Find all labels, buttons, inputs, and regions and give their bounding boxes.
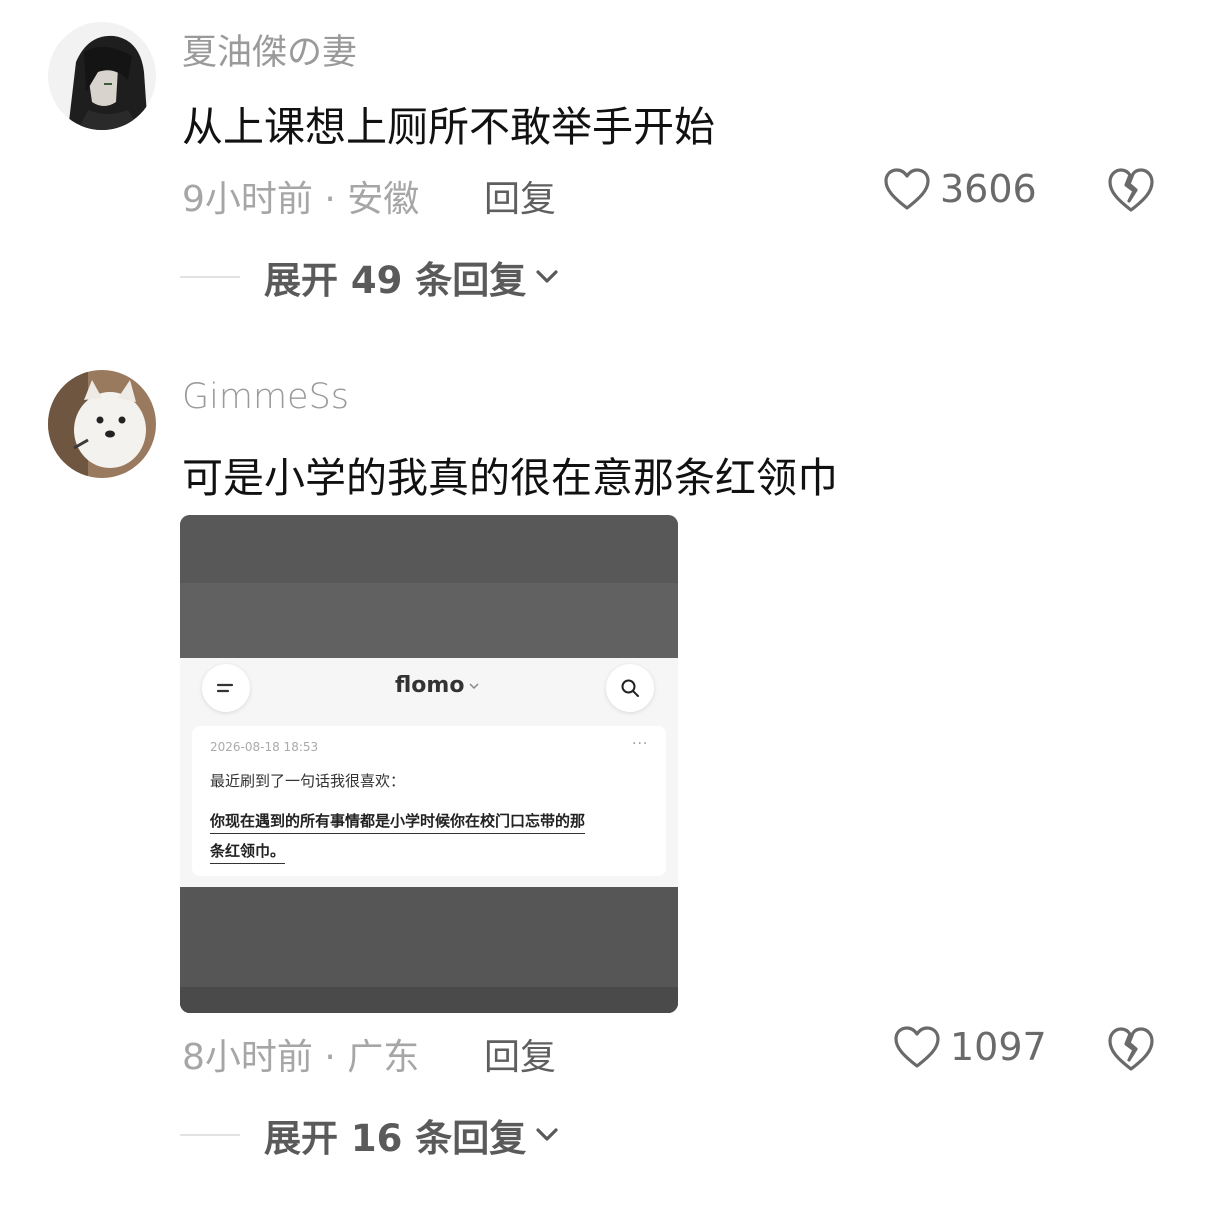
expand-replies-button[interactable]: 展开 16 条回复	[180, 1108, 560, 1162]
username[interactable]: 夏油傑の妻	[182, 24, 357, 75]
comment-meta: 8小时前 · 广东	[182, 1037, 420, 1078]
dislike-button[interactable]	[1105, 1024, 1157, 1074]
heart-outline-icon	[884, 168, 930, 210]
flomo-title-text: flomo	[395, 673, 465, 698]
comment-text: 可是小学的我真的很在意那条红领巾	[182, 454, 838, 502]
expand-replies-label: 展开 16 条回复	[264, 1117, 527, 1160]
heart-outline-icon	[894, 1026, 940, 1068]
dislike-button[interactable]	[1105, 165, 1157, 215]
chevron-down-icon	[536, 1128, 558, 1141]
comment-meta: 9小时前 · 安徽	[182, 179, 420, 220]
expand-replies-button[interactable]: 展开 49 条回复	[180, 250, 560, 304]
memo-quote: 你现在遇到的所有事情都是小学时候你在校门口忘带的那	[210, 810, 586, 834]
expand-replies-label: 展开 49 条回复	[264, 259, 527, 302]
like-count: 1097	[950, 1025, 1047, 1069]
divider-line	[180, 1134, 240, 1136]
memo-card: 2026-08-18 18:53 ··· 最近刷到了一句话我很喜欢： 你现在遇到…	[192, 726, 666, 876]
chevron-down-icon	[469, 682, 479, 689]
avatar[interactable]	[48, 370, 156, 478]
like-button[interactable]: 3606	[882, 166, 1037, 212]
like-count: 3606	[940, 167, 1037, 211]
menu-icon	[202, 664, 250, 712]
chevron-down-icon	[536, 270, 558, 283]
broken-heart-icon	[1108, 168, 1154, 212]
comment-item: GimmeSs 可是小学的我真的很在意那条红领巾 flomo 2026-08-1…	[0, 360, 1206, 1205]
reply-button[interactable]: 回复	[484, 170, 556, 222]
reply-button[interactable]: 回复	[484, 1028, 556, 1080]
search-icon	[606, 664, 654, 712]
avatar[interactable]	[48, 22, 156, 130]
memo-text: 最近刷到了一句话我很喜欢：	[210, 772, 406, 790]
attached-image[interactable]: flomo 2026-08-18 18:53 ··· 最近刷到了一句话我很喜欢：…	[180, 515, 678, 1013]
divider-line	[180, 276, 240, 278]
like-button[interactable]: 1097	[892, 1024, 1047, 1070]
flomo-title: flomo	[395, 673, 480, 698]
username[interactable]: GimmeSs	[182, 377, 349, 417]
comment-text: 从上课想上厕所不敢举手开始	[182, 103, 715, 151]
more-icon: ···	[632, 736, 649, 752]
flomo-screenshot: flomo 2026-08-18 18:53 ··· 最近刷到了一句话我很喜欢：…	[180, 658, 678, 887]
memo-quote: 条红领巾。	[210, 840, 286, 864]
comment-item: 夏油傑の妻 从上课想上厕所不敢举手开始 9小时前 · 安徽 回复 3606 展开…	[0, 0, 1206, 330]
broken-heart-icon	[1108, 1027, 1154, 1071]
memo-date: 2026-08-18 18:53	[210, 740, 319, 754]
